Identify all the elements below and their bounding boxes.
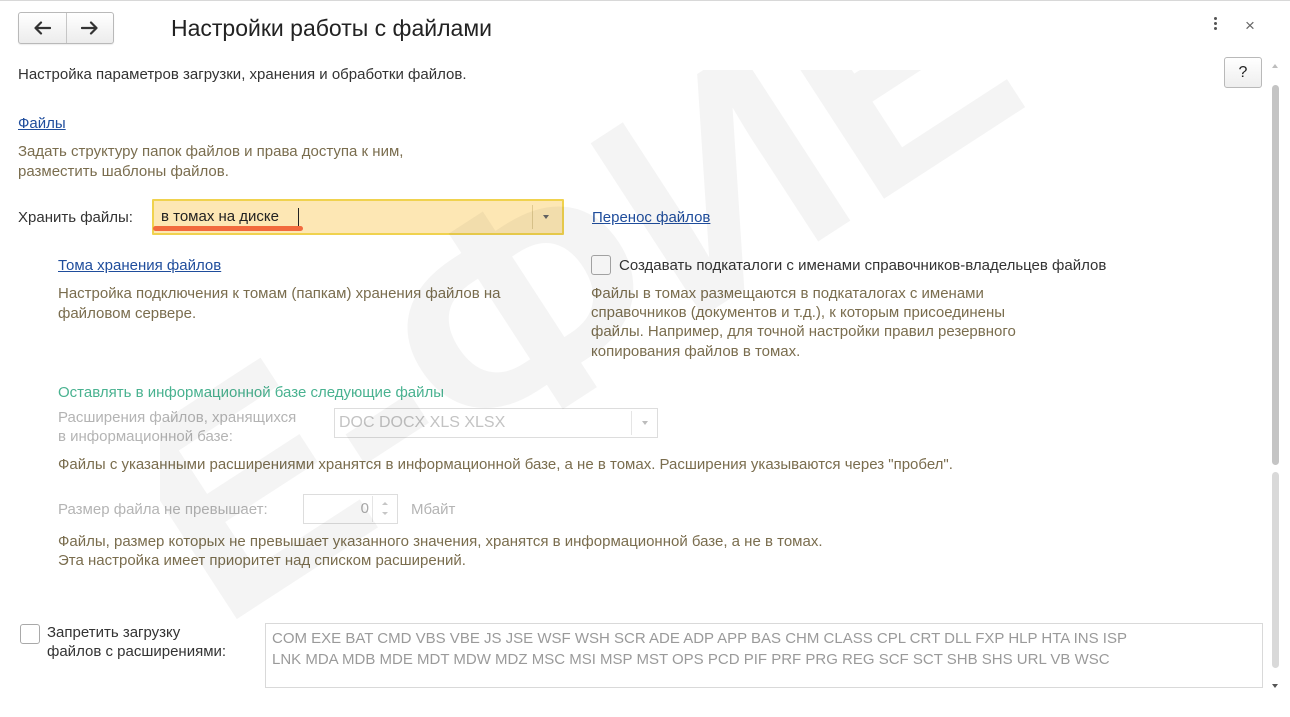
scroll-track[interactable]	[1272, 472, 1279, 668]
vertical-scrollbar[interactable]	[1268, 60, 1282, 694]
arrow-right-icon	[80, 21, 98, 35]
close-icon[interactable]: ×	[1245, 16, 1255, 36]
banned-extensions-line-2: LNK MDA MDB MDE MDT MDW MDZ MSC MSI MSP …	[272, 651, 1110, 668]
page-title: Настройки работы с файлами	[171, 15, 492, 41]
scroll-up-icon[interactable]	[1272, 64, 1278, 68]
ban-label-2[interactable]: файлов с расширениями:	[47, 643, 226, 660]
ban-extensions-checkbox[interactable]	[20, 624, 40, 644]
extensions-label-2: в информационной базе:	[58, 428, 233, 445]
infobase-section-title: Оставлять в информационной базе следующи…	[58, 384, 445, 401]
chevron-down-icon[interactable]	[543, 215, 549, 219]
subfolders-checkbox-label[interactable]: Создавать подкаталоги с именами справочн…	[619, 257, 1106, 274]
help-button[interactable]: ?	[1224, 57, 1262, 88]
volumes-description-2: файловом сервере.	[58, 305, 197, 322]
transfer-files-link[interactable]: Перенос файлов	[592, 209, 710, 226]
text-cursor	[298, 208, 299, 226]
infobase-extensions-value: DOC DOCX XLS XLSX	[339, 414, 506, 431]
select-divider	[631, 411, 632, 435]
size-unit: Мбайт	[411, 501, 456, 518]
volumes-description-1: Настройка подключения к томам (папкам) х…	[58, 285, 501, 302]
spin-up-icon[interactable]	[382, 502, 388, 505]
infobase-extensions-select[interactable]: DOC DOCX XLS XLSX	[334, 408, 658, 438]
files-link[interactable]: Файлы	[18, 115, 66, 132]
ban-label-1[interactable]: Запретить загрузку	[47, 624, 180, 641]
size-note-1: Файлы, размер которых не превышает указа…	[58, 533, 823, 550]
files-description-1: Задать структуру папок файлов и права до…	[18, 143, 404, 160]
subfolders-description-3: файлы. Например, для точной настройки пр…	[591, 323, 1016, 340]
navigation-buttons	[18, 12, 114, 44]
extensions-label-1: Расширения файлов, хранящихся	[58, 409, 297, 426]
storage-label: Хранить файлы:	[18, 209, 133, 226]
more-menu-icon[interactable]	[1209, 15, 1221, 35]
storage-select-value: в томах на диске	[161, 208, 280, 225]
subfolders-description-1: Файлы в томах размещаются в подкаталогах…	[591, 285, 984, 302]
forward-button[interactable]	[65, 13, 114, 43]
spin-down-icon[interactable]	[382, 512, 388, 515]
size-input-value: 0	[360, 500, 369, 517]
scroll-thumb[interactable]	[1272, 85, 1279, 465]
window-top-border	[0, 0, 1290, 1]
banned-extensions-line-1: COM EXE BAT CMD VBS VBE JS JSE WSF WSH S…	[272, 630, 1127, 647]
highlight-underline	[153, 226, 303, 231]
banned-extensions-field[interactable]: COM EXE BAT CMD VBS VBE JS JSE WSF WSH S…	[265, 623, 1263, 688]
watermark-text: Е-ФИЕ 24	[160, 70, 1210, 684]
size-note-2: Эта настройка имеет приоритет над списко…	[58, 552, 466, 569]
arrow-left-icon	[34, 21, 52, 35]
subfolders-description-2: справочников (документов и т.д.), к кото…	[591, 304, 1006, 321]
back-button[interactable]	[19, 13, 66, 43]
volumes-link[interactable]: Тома хранения файлов	[58, 257, 221, 274]
files-description-2: разместить шаблоны файлов.	[18, 163, 229, 180]
extensions-note: Файлы с указанными расширениями хранятся…	[58, 456, 953, 473]
select-divider	[532, 205, 533, 229]
form-subtitle: Настройка параметров загрузки, хранения …	[18, 66, 467, 83]
size-label: Размер файла не превышает:	[58, 501, 268, 518]
size-input[interactable]: 0	[303, 494, 398, 524]
scroll-down-icon[interactable]	[1272, 684, 1278, 688]
subfolders-description-4: копирования файлов в томах.	[591, 343, 801, 360]
chevron-down-icon[interactable]	[642, 421, 648, 425]
size-stepper[interactable]	[372, 496, 397, 522]
subfolders-checkbox[interactable]	[591, 255, 611, 275]
